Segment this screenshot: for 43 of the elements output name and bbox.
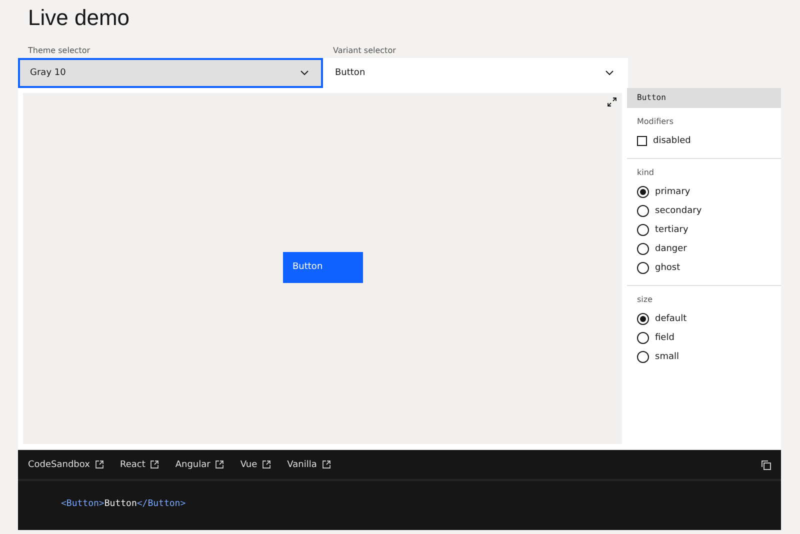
- radio-button[interactable]: [637, 312, 649, 324]
- group-label: size: [637, 295, 654, 304]
- panel-header: Button: [627, 88, 781, 108]
- option-label: disabled: [653, 136, 691, 146]
- option-label: danger: [655, 244, 687, 254]
- expand-icon[interactable]: [607, 97, 617, 107]
- group-label: Modifiers: [637, 117, 675, 126]
- radio-button[interactable]: [637, 242, 649, 254]
- external-link-icon: [94, 460, 104, 469]
- code-line: <Button>Button</Button>: [60, 498, 187, 509]
- radio-button[interactable]: [637, 350, 649, 362]
- option-label: small: [655, 352, 679, 362]
- chevron-down-icon: [300, 70, 309, 76]
- select-field[interactable]: Button: [323, 58, 628, 88]
- copy-icon[interactable]: [761, 460, 771, 470]
- radio-button[interactable]: [637, 262, 649, 274]
- field-label: Theme selector: [27, 46, 92, 57]
- radio-button[interactable]: [637, 332, 649, 344]
- radio-button[interactable]: [637, 204, 649, 216]
- radio-button[interactable]: [637, 186, 649, 198]
- external-link[interactable]: React: [120, 460, 160, 470]
- option-label: ghost: [655, 262, 680, 272]
- external-link[interactable]: Vue: [240, 460, 272, 470]
- select-field[interactable]: Gray 10: [18, 58, 323, 88]
- field-label: Variant selector: [332, 46, 397, 57]
- checkbox[interactable]: [637, 136, 647, 146]
- option-label: default: [655, 314, 687, 324]
- option-label: field: [655, 332, 674, 342]
- page-title: Live demo: [28, 4, 131, 32]
- demo-button[interactable]: Button: [282, 252, 362, 282]
- external-link[interactable]: Angular: [175, 460, 224, 470]
- option-label: secondary: [655, 206, 702, 216]
- radio-button[interactable]: [637, 224, 649, 236]
- option-label: primary: [655, 186, 690, 196]
- external-link-icon: [262, 460, 272, 469]
- external-link-icon: [322, 460, 331, 469]
- chevron-down-icon: [605, 70, 614, 76]
- external-link-icon: [215, 460, 224, 469]
- external-link[interactable]: Vanilla: [287, 460, 331, 470]
- option-label: tertiary: [655, 224, 688, 234]
- group-label: kind: [637, 168, 656, 177]
- external-link[interactable]: CodeSandbox: [28, 460, 104, 470]
- external-link-icon: [150, 460, 160, 469]
